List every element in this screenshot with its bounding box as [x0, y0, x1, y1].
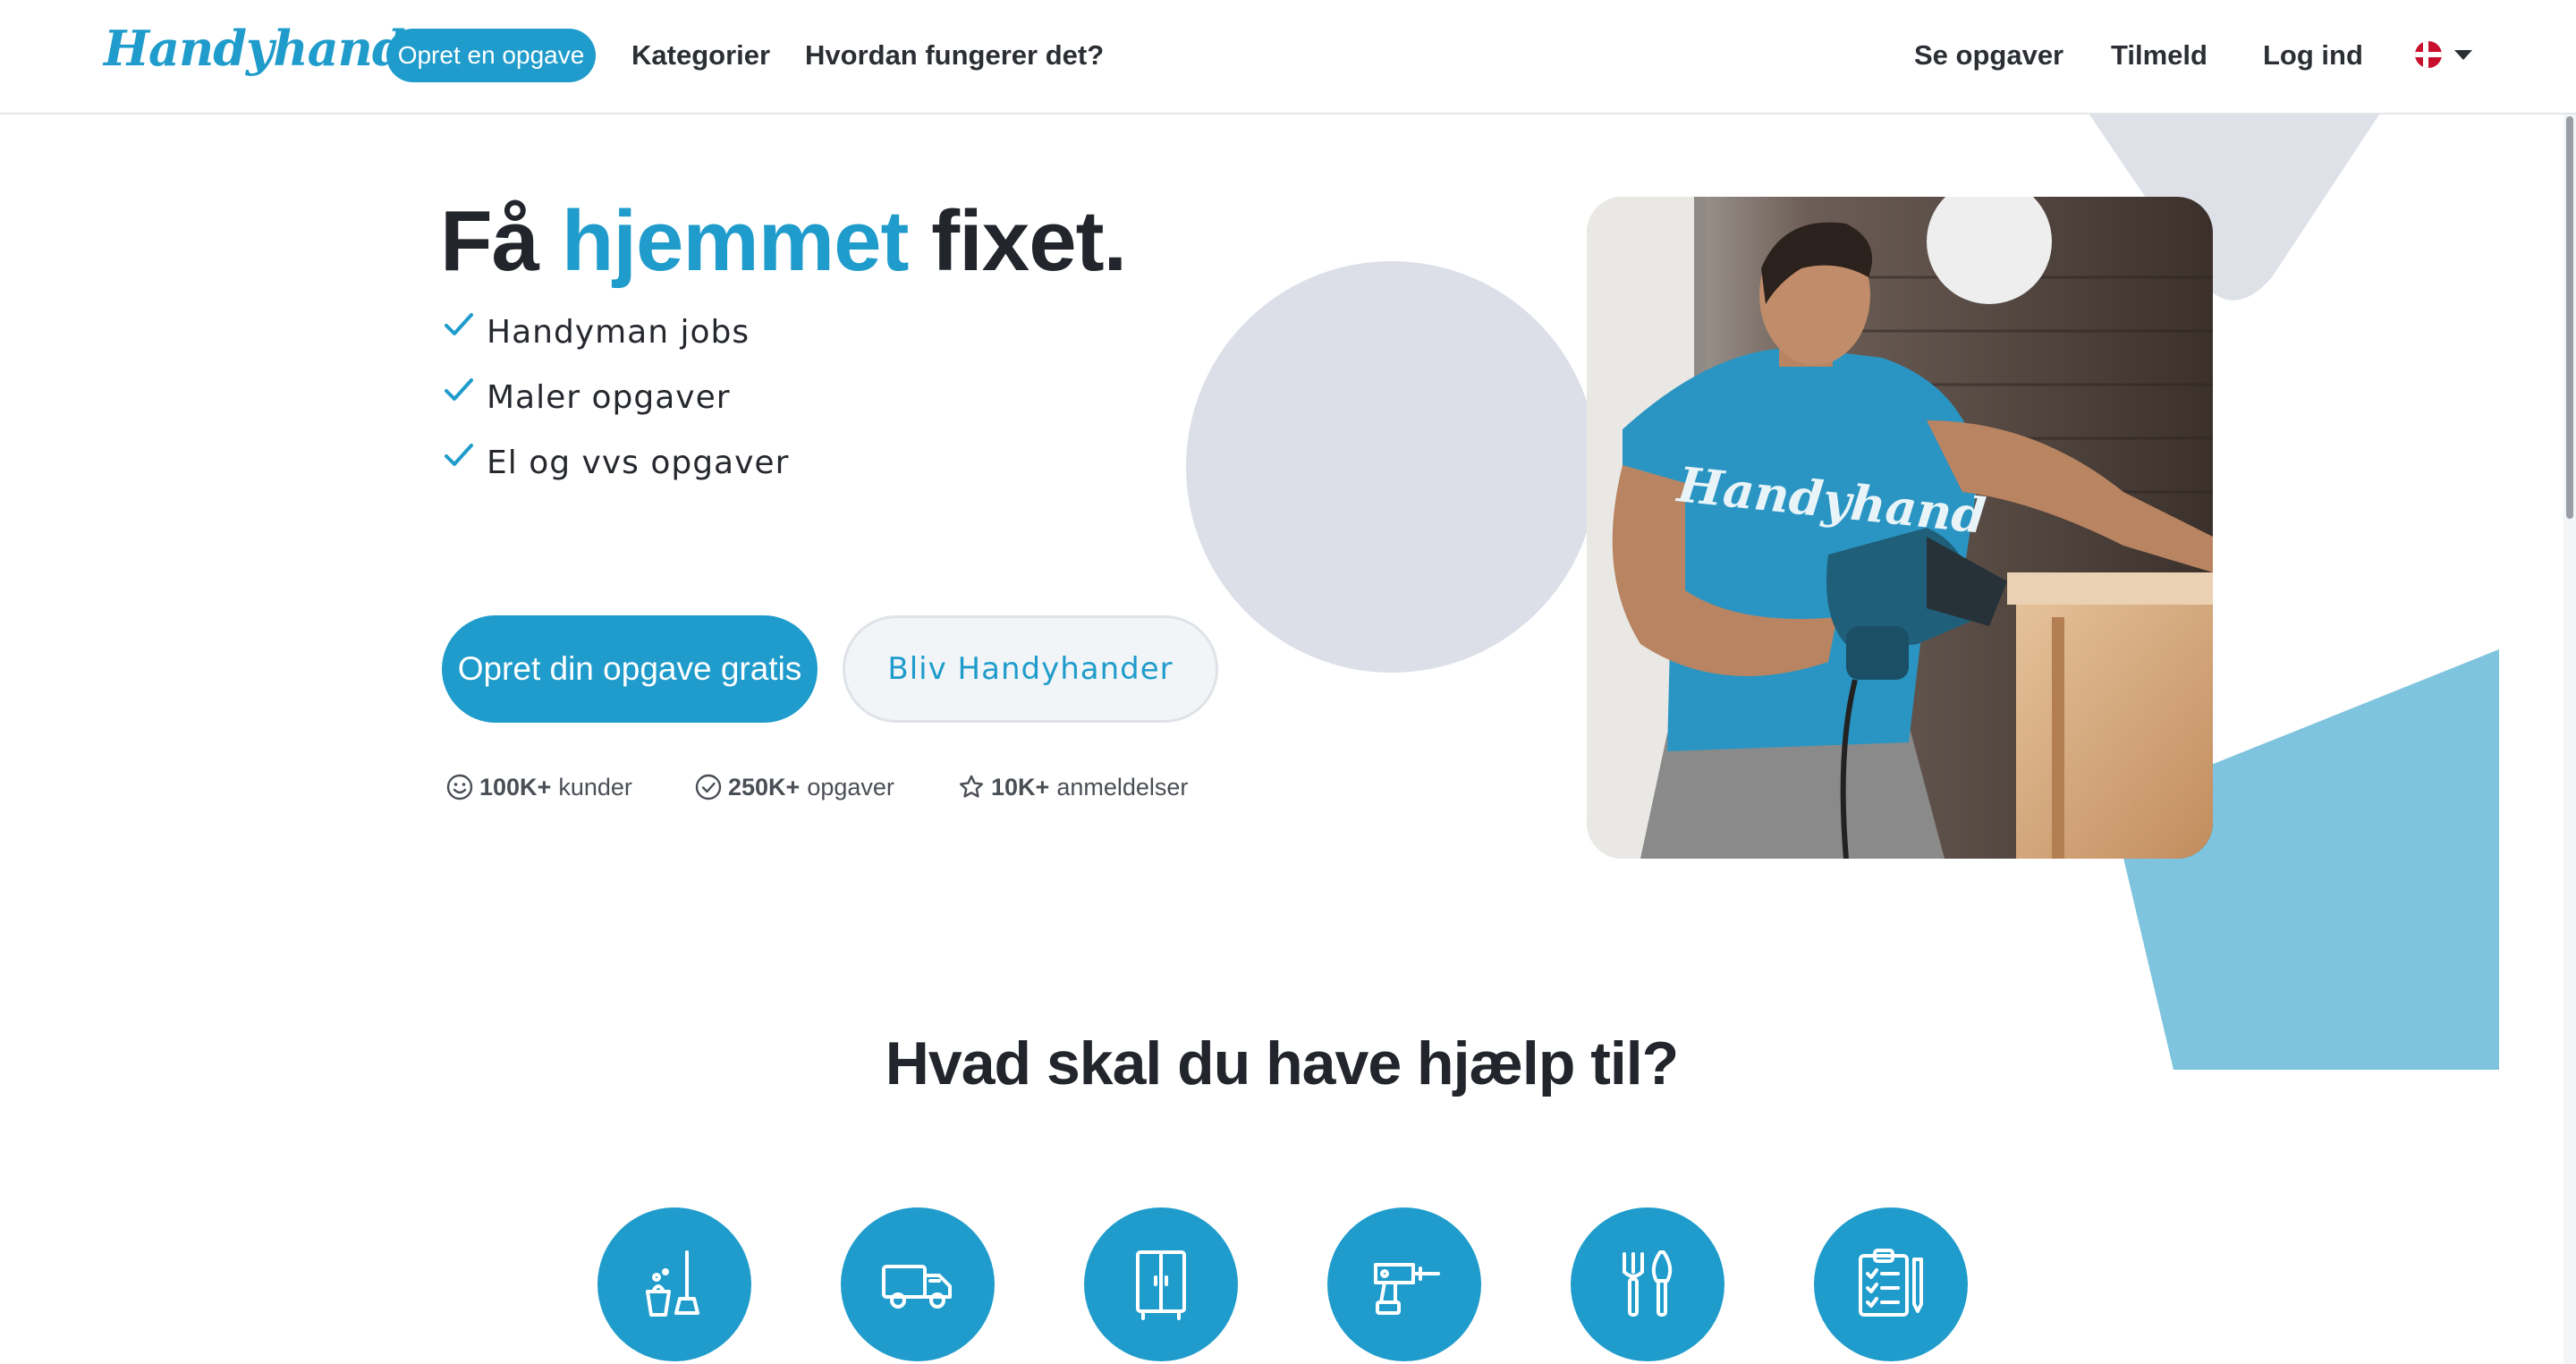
nav-see-tasks[interactable]: Se opgaver	[1914, 36, 2063, 75]
help-section-title: Hvad skal du have hjælp til?	[885, 1029, 1679, 1097]
checkmark-icon	[445, 378, 473, 401]
category-moving[interactable]	[841, 1207, 995, 1361]
stat-tasks: 250K+ opgaver	[694, 773, 894, 801]
nav-signup[interactable]: Tilmeld	[2111, 36, 2207, 75]
nav-how-it-works[interactable]: Hvordan fungerer det?	[805, 36, 1104, 75]
grey-circle-shape	[1186, 261, 1597, 673]
stat-customers: 100K+ kunder	[445, 773, 632, 801]
handyman-photo-illustration: Handyhand	[1587, 197, 2213, 859]
become-handyhander-button[interactable]: Bliv Handyhander	[843, 615, 1218, 723]
scrollbar-thumb[interactable]	[2566, 116, 2573, 519]
furniture-cabinet-icon	[1136, 1250, 1186, 1320]
category-cleaning[interactable]	[597, 1207, 751, 1361]
list-item: Handyman jobs	[444, 308, 789, 373]
stat-value: 100K+	[479, 773, 552, 801]
cleaning-icon	[646, 1250, 699, 1317]
stat-label: anmeldelser	[1056, 773, 1189, 801]
nav-categories[interactable]: Kategorier	[631, 36, 770, 75]
category-garden[interactable]	[1571, 1207, 1724, 1361]
checklist-label: El og vvs opgaver	[487, 445, 790, 481]
nav-login[interactable]: Log ind	[2263, 36, 2363, 75]
handyhand-logo[interactable]: Handyhand	[104, 20, 406, 77]
language-selector[interactable]	[2415, 39, 2472, 72]
checklist-icon	[1859, 1249, 1923, 1317]
hero-title-accent: hjemmet	[561, 193, 910, 289]
stat-label: kunder	[558, 773, 632, 801]
list-item: El og vvs opgaver	[444, 438, 789, 504]
stat-value: 10K+	[991, 773, 1050, 801]
checkmark-icon	[445, 313, 473, 335]
checkmark-icon	[445, 444, 473, 466]
moving-truck-icon	[882, 1265, 952, 1309]
smiley-icon	[446, 774, 473, 801]
check-circle-icon	[695, 774, 722, 801]
chevron-down-icon	[2454, 50, 2472, 60]
category-other[interactable]	[1814, 1207, 1968, 1361]
category-list	[597, 1207, 1968, 1364]
list-item: Maler opgaver	[444, 373, 789, 438]
stat-label: opgaver	[807, 773, 894, 801]
denmark-flag-icon	[2415, 41, 2442, 68]
create-task-button[interactable]: Opret en opgave	[386, 29, 596, 82]
star-icon	[960, 775, 983, 798]
hero-checklist: Handyman jobs Maler opgaver El og vvs op…	[444, 308, 789, 504]
hero-photo: Handyhand	[1587, 197, 2213, 859]
drill-icon	[1374, 1263, 1440, 1315]
site-header: Handyhand Opret en opgave Kategorier Hvo…	[0, 0, 2576, 114]
hero-title: Få hjemmet fixet.	[440, 191, 1127, 292]
garden-tools-icon	[1623, 1250, 1673, 1317]
checklist-label: Handyman jobs	[487, 314, 750, 351]
checklist-label: Maler opgaver	[487, 379, 731, 416]
create-task-free-button[interactable]: Opret din opgave gratis	[442, 615, 818, 723]
hero-title-part2: fixet.	[908, 193, 1127, 289]
stat-value: 250K+	[728, 773, 801, 801]
hero-title-part1: Få	[440, 193, 562, 289]
category-furniture[interactable]	[1084, 1207, 1238, 1361]
stat-reviews: 10K+ anmeldelser	[957, 773, 1188, 801]
category-handyman[interactable]	[1327, 1207, 1481, 1361]
